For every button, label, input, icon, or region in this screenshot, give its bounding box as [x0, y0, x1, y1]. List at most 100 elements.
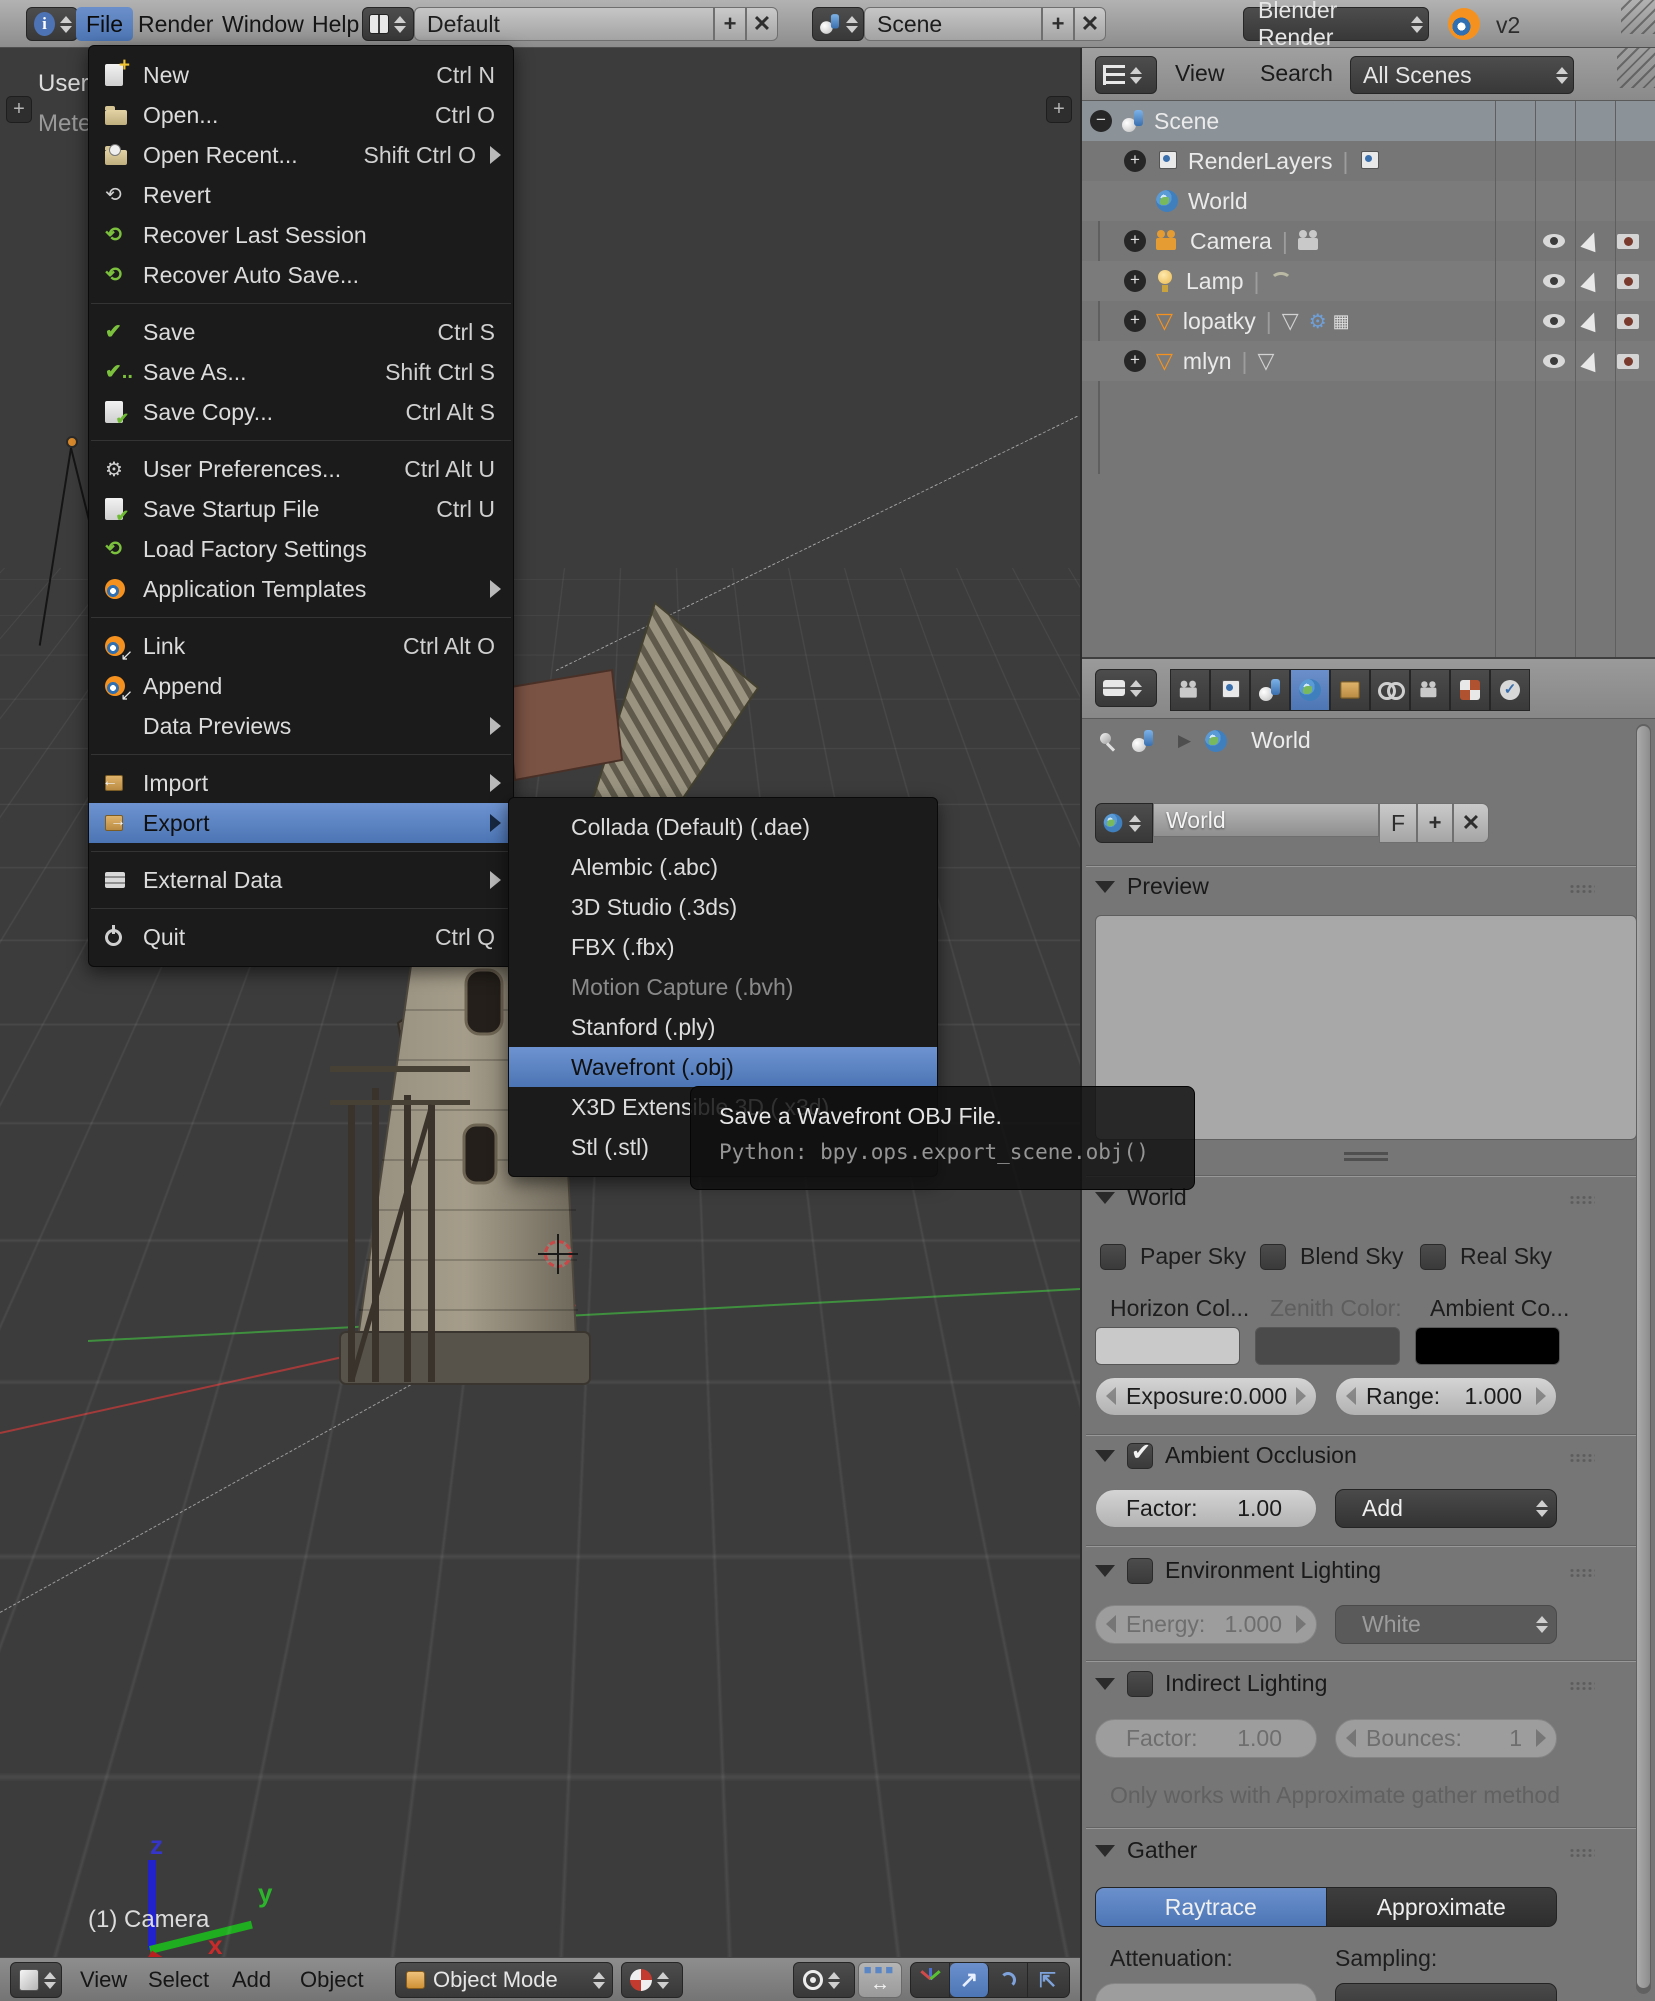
properties-scrollbar[interactable]: [1636, 724, 1651, 1994]
env-energy-slider[interactable]: Energy: 1.000: [1095, 1605, 1317, 1644]
tab-world[interactable]: [1290, 669, 1330, 711]
renderability-camera-icon[interactable]: [1617, 314, 1639, 329]
ambient-color-swatch[interactable]: [1415, 1327, 1560, 1365]
panel-drag-handle[interactable]: [1569, 1848, 1595, 1858]
tab-constraints[interactable]: [1370, 669, 1410, 711]
panel-drag-handle[interactable]: [1569, 1568, 1595, 1578]
env-color-dropdown[interactable]: White: [1335, 1605, 1557, 1644]
ao-checkbox[interactable]: [1127, 1443, 1153, 1469]
file-menu-export[interactable]: Export: [89, 803, 513, 843]
visibility-eye-icon[interactable]: [1543, 354, 1565, 368]
env-lighting-checkbox[interactable]: [1127, 1558, 1153, 1584]
world-id-selector[interactable]: [1095, 803, 1153, 843]
file-menu-revert[interactable]: ⟲ Revert: [89, 175, 513, 215]
viewport-menu-object[interactable]: Object: [300, 1962, 364, 1998]
blend-sky-checkbox[interactable]: Blend Sky: [1260, 1243, 1404, 1270]
outliner-menu-search[interactable]: Search: [1260, 60, 1333, 87]
preview-resize-handle[interactable]: [1344, 1152, 1388, 1155]
panel-drag-handle[interactable]: [1569, 884, 1595, 894]
editor-type-info-selector[interactable]: i: [26, 7, 78, 41]
scene-icon[interactable]: [1132, 730, 1154, 752]
renderability-camera-icon[interactable]: [1617, 354, 1639, 369]
translate-manipulator-button[interactable]: ↗: [950, 1963, 989, 1997]
visibility-eye-icon[interactable]: [1543, 274, 1565, 288]
properties-editor-type-selector[interactable]: [1095, 669, 1157, 707]
expand-icon[interactable]: +: [1124, 270, 1146, 292]
scale-manipulator-button[interactable]: ⇱: [1028, 1963, 1067, 1997]
viewport-menu-select[interactable]: Select: [148, 1962, 209, 1998]
add-layout-button[interactable]: +: [714, 7, 746, 41]
file-menu-save-copy[interactable]: Save Copy...Ctrl Alt S: [89, 392, 513, 432]
panel-preview-header[interactable]: Preview: [1095, 873, 1209, 900]
outliner-row-camera[interactable]: + Camera |: [1082, 221, 1655, 261]
file-menu-quit[interactable]: QuitCtrl Q: [89, 917, 513, 957]
panel-gather-header[interactable]: Gather: [1095, 1837, 1197, 1864]
outliner-row-scene[interactable]: − Scene: [1082, 101, 1655, 141]
window-resize-grip[interactable]: [1621, 0, 1655, 34]
export-alembic[interactable]: Alembic (.abc): [509, 847, 937, 887]
file-menu-load-factory-settings[interactable]: ⟲ Load Factory Settings: [89, 529, 513, 569]
file-menu-import[interactable]: Import: [89, 763, 513, 803]
sampling-dropdown-cut[interactable]: [1335, 1983, 1557, 2001]
file-menu-save[interactable]: ✔ SaveCtrl S: [89, 312, 513, 352]
file-menu-external-data[interactable]: External Data: [89, 860, 513, 900]
export-fbx[interactable]: FBX (.fbx): [509, 927, 937, 967]
menu-help[interactable]: Help: [302, 7, 369, 41]
panel-drag-handle[interactable]: [1569, 1681, 1595, 1691]
file-menu-recover-last-session[interactable]: ⟲ Recover Last Session: [89, 215, 513, 255]
fake-user-button[interactable]: F: [1379, 803, 1417, 843]
rotate-manipulator-button[interactable]: [989, 1963, 1028, 1997]
mode-selector[interactable]: Object Mode: [395, 1962, 613, 1998]
file-menu-save-startup-file[interactable]: Save Startup FileCtrl U: [89, 489, 513, 529]
file-menu-open[interactable]: Open...Ctrl O: [89, 95, 513, 135]
selectability-cursor-icon[interactable]: [1580, 270, 1601, 292]
delete-layout-button[interactable]: ✕: [746, 7, 778, 41]
toolshelf-expand-tab[interactable]: +: [6, 96, 32, 123]
outliner-row-mlyn[interactable]: + ▽ mlyn | ▽: [1082, 341, 1655, 381]
visibility-eye-icon[interactable]: [1543, 234, 1565, 248]
viewport-shading-selector[interactable]: [621, 1962, 683, 1998]
file-menu-save-as[interactable]: ✔.. Save As...Shift Ctrl S: [89, 352, 513, 392]
selectability-cursor-icon[interactable]: [1580, 310, 1601, 332]
ao-factor-slider[interactable]: Factor: 1.00: [1095, 1489, 1317, 1528]
paper-sky-checkbox[interactable]: Paper Sky: [1100, 1243, 1246, 1270]
viewport-menu-add[interactable]: Add: [232, 1962, 271, 1998]
menu-window[interactable]: Window: [212, 7, 314, 41]
panel-indirect-lighting-header[interactable]: Indirect Lighting: [1095, 1670, 1327, 1697]
panel-drag-handle[interactable]: [1569, 1453, 1595, 1463]
file-menu-link[interactable]: LinkCtrl Alt O: [89, 626, 513, 666]
menu-render[interactable]: Render: [128, 7, 223, 41]
file-menu-data-previews[interactable]: Data Previews: [89, 706, 513, 746]
world-icon[interactable]: [1205, 730, 1227, 752]
manipulate-center-points-button[interactable]: ■■■ ↔: [858, 1962, 902, 1998]
tab-texture[interactable]: [1450, 669, 1490, 711]
outliner-row-lamp[interactable]: + Lamp |: [1082, 261, 1655, 301]
outliner-row-renderlayers[interactable]: + RenderLayers |: [1082, 141, 1655, 181]
file-menu-new[interactable]: NewCtrl N: [89, 55, 513, 95]
lamp-object[interactable]: [66, 436, 78, 448]
file-menu-user-preferences[interactable]: ⚙ User Preferences...Ctrl Alt U: [89, 449, 513, 489]
delete-scene-button[interactable]: ✕: [1074, 7, 1106, 41]
attenuation-distance-slider-cut[interactable]: [1095, 1983, 1317, 2001]
ao-blend-dropdown[interactable]: Add: [1335, 1489, 1557, 1528]
properties-region-expand-tab[interactable]: +: [1046, 96, 1072, 123]
export-3ds[interactable]: 3D Studio (.3ds): [509, 887, 937, 927]
outliner-editor-type-selector[interactable]: [1095, 56, 1157, 94]
add-world-button[interactable]: +: [1417, 803, 1453, 843]
panel-ambient-occlusion-header[interactable]: Ambient Occlusion: [1095, 1442, 1357, 1469]
viewport-editor-type-selector[interactable]: [10, 1962, 62, 1998]
indirect-factor-slider[interactable]: Factor: 1.00: [1095, 1719, 1317, 1758]
expand-icon[interactable]: +: [1124, 350, 1146, 372]
screen-layout-name-field[interactable]: Default: [414, 7, 714, 41]
screen-layout-icon-selector[interactable]: [362, 7, 414, 41]
collapse-icon[interactable]: −: [1090, 110, 1112, 132]
expand-icon[interactable]: +: [1124, 230, 1146, 252]
panel-drag-handle[interactable]: [1569, 1195, 1595, 1205]
scene-icon-selector[interactable]: [812, 7, 864, 41]
menu-file[interactable]: File: [76, 7, 133, 41]
exposure-slider[interactable]: Exposure: 0.000: [1095, 1377, 1317, 1416]
outliner-row-world[interactable]: World: [1082, 181, 1655, 221]
pivot-point-selector[interactable]: [793, 1962, 855, 1998]
region-resize-grip[interactable]: [1617, 48, 1655, 88]
horizon-color-swatch[interactable]: [1095, 1327, 1240, 1365]
